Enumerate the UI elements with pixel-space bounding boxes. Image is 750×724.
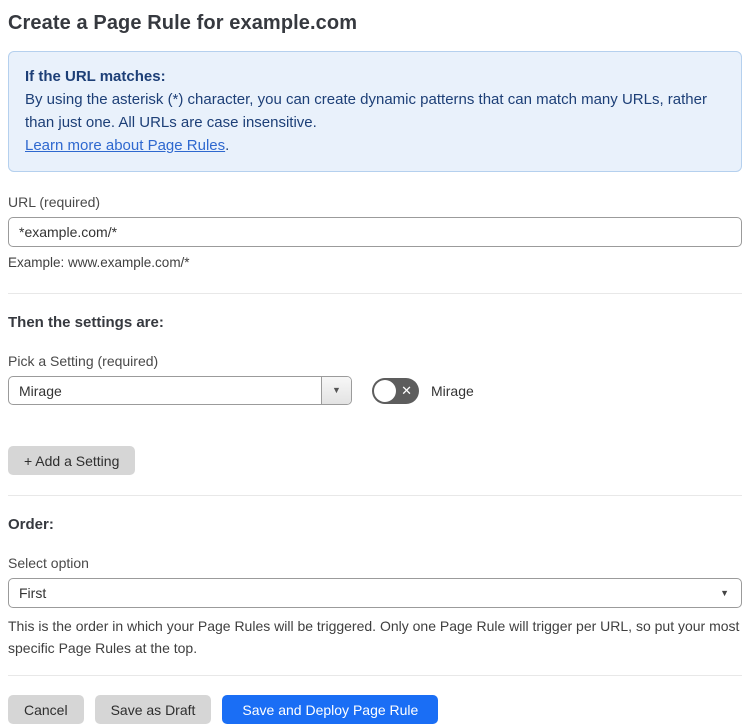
setting-select[interactable]: Mirage ▼	[8, 376, 352, 405]
cancel-button[interactable]: Cancel	[8, 695, 84, 724]
order-select-value: First	[19, 585, 47, 601]
chevron-down-icon: ▼	[720, 587, 729, 598]
toggle-knob	[374, 379, 396, 402]
save-draft-button[interactable]: Save as Draft	[94, 695, 212, 724]
link-suffix: .	[225, 137, 230, 154]
setting-picker-label: Pick a Setting (required)	[8, 353, 159, 369]
url-field-label: URL (required)	[8, 194, 101, 210]
setting-select-value: Mirage	[19, 382, 62, 399]
info-box-body: By using the asterisk (*) character, you…	[25, 91, 707, 131]
page-title: Create a Page Rule for example.com	[8, 12, 358, 34]
order-select[interactable]: First ▼	[8, 578, 742, 608]
toggle-label: Mirage	[431, 382, 474, 399]
setting-row: Mirage ▼ ✕ Mirage	[8, 376, 742, 405]
info-box-link-row: Learn more about Page Rules.	[25, 134, 725, 157]
order-section-heading: Order:	[8, 516, 54, 533]
divider	[8, 495, 742, 496]
order-select-label: Select option	[8, 555, 89, 571]
footer-actions: Cancel Save as Draft Save and Deploy Pag…	[8, 695, 742, 724]
order-helper-text: This is the order in which your Page Rul…	[8, 618, 740, 656]
settings-section-heading: Then the settings are:	[8, 314, 164, 331]
url-input[interactable]	[8, 217, 742, 247]
add-setting-button[interactable]: + Add a Setting	[8, 446, 136, 475]
save-deploy-button[interactable]: Save and Deploy Page Rule	[222, 695, 439, 724]
learn-more-link[interactable]: Learn more about Page Rules	[25, 137, 225, 154]
toggle-off-x-icon: ✕	[401, 383, 412, 398]
url-helper-text: Example: www.example.com/*	[8, 255, 190, 270]
url-match-info-box: If the URL matches: By using the asteris…	[8, 51, 742, 172]
create-page-rule-panel: Create a Page Rule for example.com If th…	[0, 0, 750, 724]
mirage-toggle[interactable]: ✕	[372, 377, 419, 404]
chevron-down-icon: ▼	[332, 385, 341, 395]
info-box-heading: If the URL matches:	[25, 68, 166, 85]
setting-select-arrow-button[interactable]: ▼	[321, 377, 351, 404]
divider	[8, 293, 742, 294]
divider	[8, 675, 742, 676]
